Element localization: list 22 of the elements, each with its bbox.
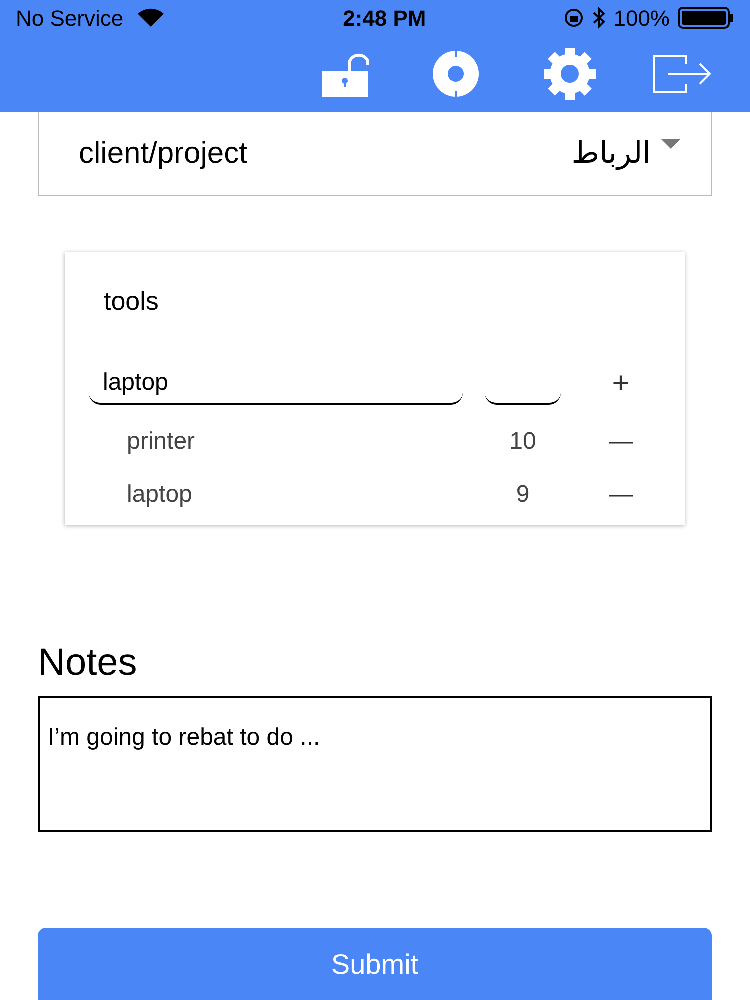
tool-quantity: 9 bbox=[515, 480, 531, 510]
logout-icon[interactable] bbox=[652, 54, 714, 94]
wifi-icon bbox=[136, 8, 166, 28]
battery-icon bbox=[678, 7, 734, 29]
unlocked-padlock-icon[interactable] bbox=[320, 51, 370, 97]
clock-time: 2:48 PM bbox=[343, 4, 426, 32]
tool-name: printer bbox=[127, 426, 196, 456]
tool-quantity: 10 bbox=[508, 426, 538, 456]
carrier-text: No Service bbox=[16, 4, 124, 32]
notes-field[interactable]: I’m going to rebat to do ... bbox=[38, 696, 712, 832]
card-title: tools bbox=[104, 285, 159, 318]
tool-name-field[interactable]: laptop bbox=[89, 363, 463, 405]
dropdown-caret-icon bbox=[661, 139, 681, 151]
rotation-lock-icon bbox=[564, 8, 584, 28]
remove-button[interactable]: — bbox=[601, 476, 641, 512]
settings-icon[interactable] bbox=[542, 46, 598, 102]
battery-percent: 100% bbox=[614, 4, 670, 32]
remove-button[interactable]: — bbox=[601, 424, 641, 460]
bluetooth-icon bbox=[592, 7, 606, 29]
tool-name: laptop bbox=[127, 480, 194, 510]
notes-heading: Notes bbox=[38, 641, 138, 686]
add-button[interactable]: + bbox=[601, 369, 641, 399]
